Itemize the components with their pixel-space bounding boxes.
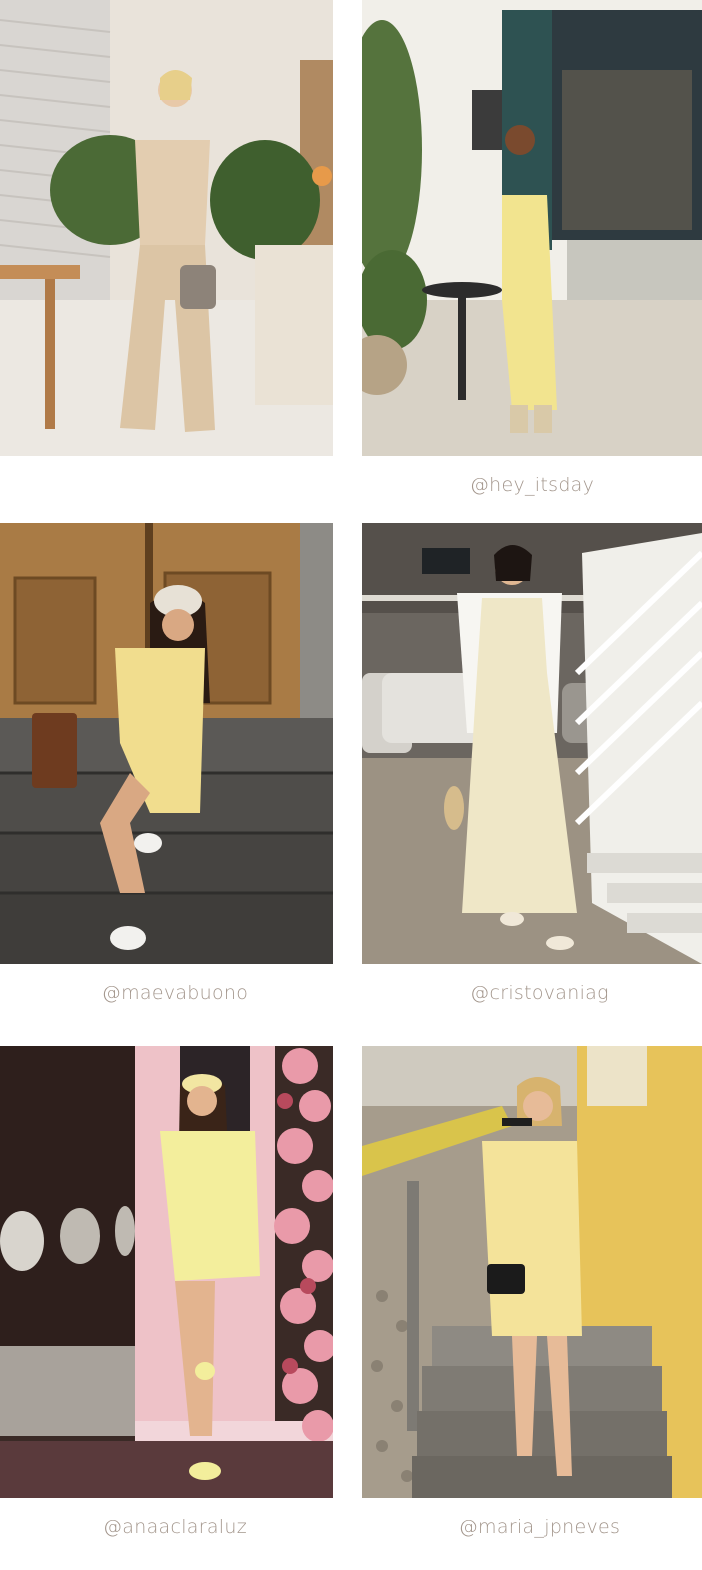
creator-handle-2[interactable]: @hey_itsday [362,474,702,502]
creator-handle-6[interactable]: @maria_jpneves [362,1516,702,1544]
look-photo-4[interactable] [362,523,702,964]
creator-handle-4[interactable]: @cristovaniag [362,982,702,1010]
look-photo-3[interactable] [0,523,333,964]
look-photo-2[interactable] [362,0,702,456]
look-photo-5[interactable] [0,1046,333,1498]
look-photo-1[interactable] [0,0,333,456]
creator-handle-3[interactable]: @maevabuono [0,982,350,1010]
creator-handle-5[interactable]: @anaaclaraluz [0,1516,350,1544]
look-photo-6[interactable] [362,1046,702,1498]
